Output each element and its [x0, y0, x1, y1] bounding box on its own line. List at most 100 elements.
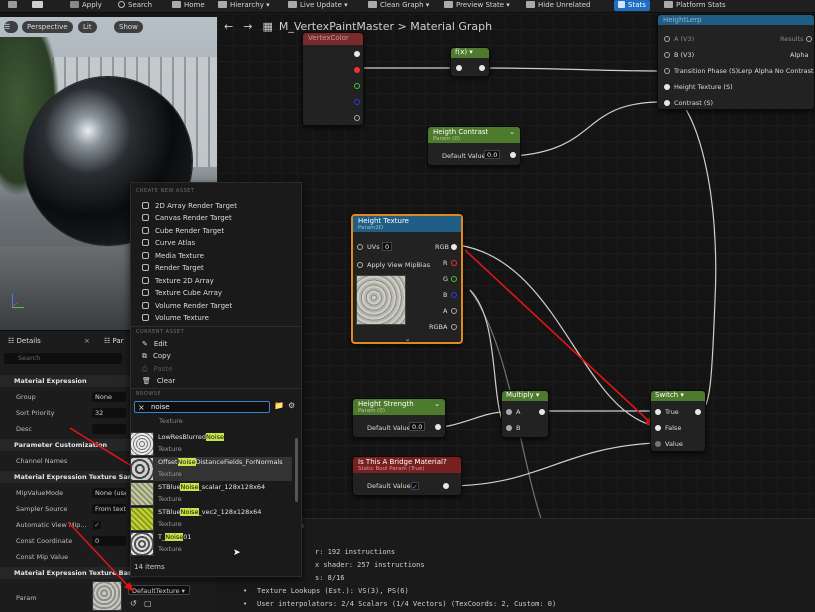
- menu-section-current: CURRENT ASSET: [136, 329, 185, 335]
- asset-icon: [142, 227, 149, 234]
- node-title: HeightLerp: [663, 16, 702, 24]
- pin-out[interactable]: [435, 424, 441, 430]
- menu-item-create[interactable]: Volume Texture: [142, 312, 209, 324]
- stats-line: s: 8/16: [315, 574, 345, 582]
- asset-search-input[interactable]: × noise: [134, 401, 270, 413]
- menu-item-create[interactable]: Cube Render Target: [142, 225, 224, 237]
- menu-item-create[interactable]: Canvas Render Target: [142, 212, 232, 224]
- result-item[interactable]: STBlueNoise_scalar_128x128x64 Texture: [130, 482, 292, 506]
- node-header: Height Texture Param2D: [353, 216, 461, 232]
- uvs-input[interactable]: 0: [382, 242, 393, 251]
- asset-icon: [142, 252, 149, 259]
- mipbias-label: Apply View MipBias: [367, 261, 431, 269]
- pin-a-out[interactable]: [451, 308, 457, 314]
- pin-a-in[interactable]: [506, 409, 512, 415]
- pin-g-out[interactable]: [451, 276, 457, 282]
- pin-rgb-out[interactable]: [451, 244, 457, 250]
- menu-item-create[interactable]: 2D Array Render Target: [142, 200, 237, 212]
- pin-b-out[interactable]: [451, 292, 457, 298]
- pin-b-in[interactable]: [506, 425, 512, 431]
- pin-in[interactable]: [456, 65, 462, 71]
- menu-item-label: Volume Render Target: [155, 302, 233, 310]
- pin-a-in[interactable]: [664, 36, 670, 42]
- pin-r-out[interactable]: [354, 67, 360, 73]
- pin-mipbias-in[interactable]: [357, 262, 363, 268]
- out-results-label: Results: [780, 35, 804, 43]
- stats-panel: × r: 192 instructions x shader: 257 inst…: [217, 518, 815, 612]
- asset-icon: [142, 214, 149, 221]
- gear-icon[interactable]: ⚙: [288, 401, 295, 410]
- pin-b-label: B (V3): [674, 51, 695, 59]
- pin-contrast-label: Contrast (S): [674, 99, 714, 107]
- pin-a-out[interactable]: [354, 115, 360, 121]
- menu-item-paste[interactable]: ⎙ Paste: [142, 363, 173, 375]
- node-subtitle: Param (0): [358, 408, 385, 414]
- out-rgba-label: RGBA: [429, 323, 448, 331]
- menu-item-label: Cube Render Target: [155, 227, 225, 235]
- default-value-input[interactable]: 0.0: [484, 150, 501, 159]
- results-scrollbar[interactable]: [295, 438, 298, 502]
- pin-value-in[interactable]: [655, 441, 661, 447]
- menu-item-create[interactable]: Media Texture: [142, 250, 204, 262]
- folder-icon[interactable]: 📁: [274, 401, 284, 410]
- result-item[interactable]: LowResBlurredNoise Texture: [130, 432, 292, 456]
- result-item-hovered[interactable]: OffsetNoiseDistanceFields_ForNormals Tex…: [130, 457, 292, 481]
- edit-icon: ✎: [142, 340, 148, 348]
- pin-rgba-out[interactable]: [451, 324, 457, 330]
- asset-icon: [142, 302, 149, 309]
- pin-transition-in[interactable]: [664, 68, 670, 74]
- node-height-lerp[interactable]: HeightLerp A (V3) Results B (V3) Alpha T…: [657, 14, 815, 110]
- pin-out[interactable]: [479, 65, 485, 71]
- pin-height-texture-in[interactable]: [664, 84, 670, 90]
- menu-item-create[interactable]: Curve Atlas: [142, 237, 195, 249]
- default-value-checkbox[interactable]: ✓: [411, 482, 419, 491]
- clear-search-icon[interactable]: ×: [138, 402, 145, 413]
- pin-b-in[interactable]: [664, 52, 670, 58]
- result-name: OffsetNoiseDistanceFields_ForNormals: [158, 458, 283, 466]
- result-thumbnail: [130, 532, 154, 556]
- pin-false-in[interactable]: [655, 425, 661, 431]
- node-header: Switch ▾: [651, 391, 705, 401]
- node-height-strength[interactable]: Height Strength ⌄ Param (0) Default Value…: [352, 398, 446, 438]
- pin-results-out[interactable]: [806, 36, 812, 42]
- pin-g-out[interactable]: [354, 83, 360, 89]
- pin-uvs-in[interactable]: [357, 244, 363, 250]
- default-value-label: Default Value: [442, 152, 486, 160]
- asset-icon: [142, 239, 149, 246]
- menu-item-clear[interactable]: 🗑 Clear: [142, 375, 175, 387]
- node-multiply[interactable]: Multiply ▾ A B: [501, 390, 549, 438]
- menu-item-copy[interactable]: ⧉ Copy: [142, 350, 171, 362]
- menu-item-create[interactable]: Texture Cube Array: [142, 287, 222, 299]
- result-item[interactable]: STBlueNoise_vec2_128x128x64 Texture: [130, 507, 292, 531]
- pin-transition-label: Transition Phase (S): [674, 67, 739, 75]
- result-type: Texture: [158, 470, 182, 478]
- pin-out[interactable]: [539, 409, 545, 415]
- pin-r-out[interactable]: [451, 260, 457, 266]
- asset-icon: [142, 277, 149, 284]
- menu-item-create[interactable]: Render Target: [142, 262, 204, 274]
- node-is-bridge-material[interactable]: Is This A Bridge Material? Static Bool Pa…: [352, 456, 462, 496]
- default-value-input[interactable]: 0.0: [409, 422, 426, 431]
- pin-out[interactable]: [443, 483, 449, 489]
- pin-true-in[interactable]: [655, 409, 661, 415]
- menu-item-create[interactable]: Texture 2D Array: [142, 275, 214, 287]
- results-count: 14 items: [134, 563, 165, 571]
- pin-out[interactable]: [510, 152, 516, 158]
- menu-item-edit[interactable]: ✎ Edit: [142, 338, 167, 350]
- node-height-texture[interactable]: Height Texture Param2D UVs 0 Apply View M…: [351, 214, 463, 344]
- chevron-down-icon[interactable]: ⌄: [405, 335, 410, 343]
- node-vertex-color[interactable]: VertexColor: [302, 32, 364, 126]
- pin-rgb-out[interactable]: [354, 51, 360, 57]
- asset-icon: [142, 314, 149, 321]
- node-fx[interactable]: f(x) ▾: [450, 47, 490, 77]
- pin-contrast-in[interactable]: [664, 100, 670, 106]
- pin-out[interactable]: [695, 409, 701, 415]
- node-subtitle: Param (0): [433, 136, 460, 142]
- result-item[interactable]: T_Noise01 Texture: [130, 532, 292, 556]
- node-switch[interactable]: Switch ▾ True False Value: [650, 390, 706, 452]
- pin-b-out[interactable]: [354, 99, 360, 105]
- menu-item-create[interactable]: Volume Render Target: [142, 300, 232, 312]
- menu-item-label: Volume Texture: [155, 314, 209, 322]
- node-heigth-contrast[interactable]: Heigth Contrast ⌄ Param (0) Default Value…: [427, 126, 521, 166]
- node-header: Height Strength ⌄ Param (0): [353, 399, 445, 415]
